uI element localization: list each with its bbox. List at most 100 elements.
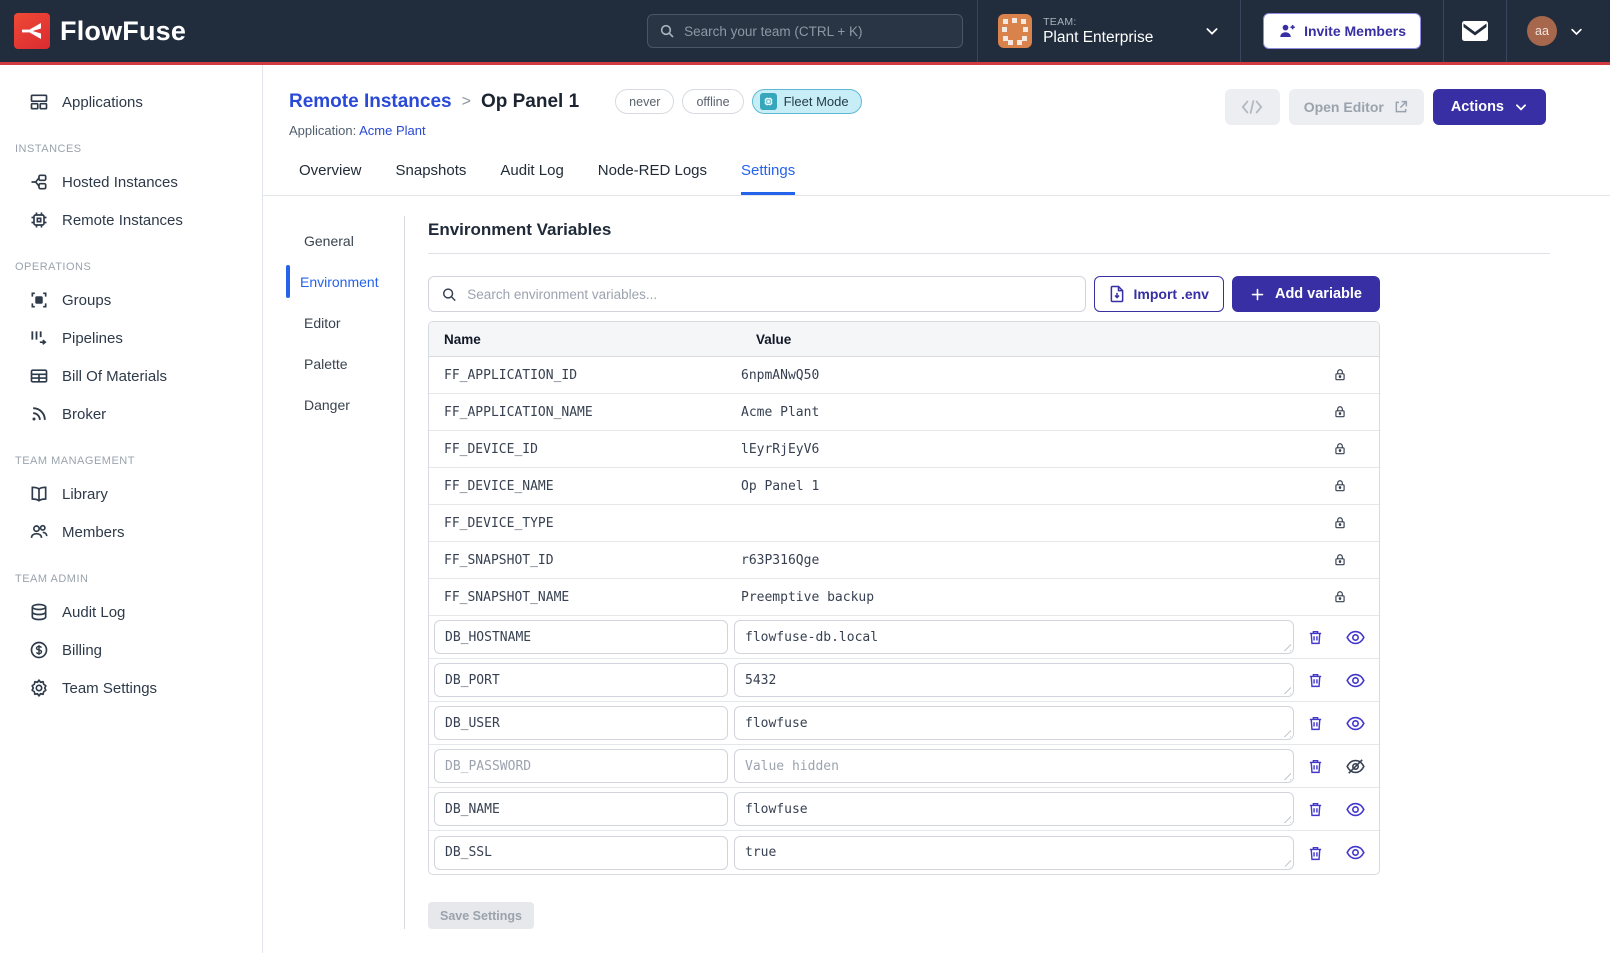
var-name-input[interactable] xyxy=(434,706,728,740)
chevron-down-icon xyxy=(1204,23,1220,39)
env-search[interactable] xyxy=(428,276,1086,312)
env-search-input[interactable] xyxy=(467,287,1072,302)
sidebar-item-applications[interactable]: Applications xyxy=(0,83,262,121)
search-icon xyxy=(659,23,675,39)
sidebar-section-instances: INSTANCES xyxy=(0,121,262,163)
sidebar-item-groups[interactable]: Groups xyxy=(0,281,262,319)
eye-icon xyxy=(1346,845,1365,860)
settings-nav-palette[interactable]: Palette xyxy=(263,343,404,384)
applications-icon xyxy=(29,92,49,112)
settings-nav-general[interactable]: General xyxy=(263,220,404,261)
import-env-button[interactable]: Import .env xyxy=(1094,276,1224,312)
show-value-button[interactable] xyxy=(1346,845,1365,860)
show-value-button[interactable] xyxy=(1346,673,1365,688)
sidebar-item-audit-log[interactable]: Audit Log xyxy=(0,593,262,631)
var-name: FF_SNAPSHOT_ID xyxy=(429,553,741,568)
var-value: Acme Plant xyxy=(741,405,1301,420)
user-menu[interactable]: aa xyxy=(1507,16,1596,46)
delete-variable-button[interactable] xyxy=(1307,844,1324,862)
var-name-input[interactable] xyxy=(434,792,728,826)
var-value-input[interactable] xyxy=(734,706,1294,740)
var-name-input[interactable] xyxy=(434,749,728,783)
var-name-input[interactable] xyxy=(434,620,728,654)
global-search-input[interactable] xyxy=(684,24,951,39)
sidebar-item-label: Applications xyxy=(62,94,143,111)
brand[interactable]: FlowFuse xyxy=(14,13,254,49)
application-link[interactable]: Acme Plant xyxy=(359,123,425,138)
actions-button[interactable]: Actions xyxy=(1433,89,1546,125)
groups-icon xyxy=(29,290,49,310)
var-value-input[interactable] xyxy=(734,749,1294,783)
invite-members-button[interactable]: Invite Members xyxy=(1263,13,1421,49)
rss-icon xyxy=(29,404,49,424)
var-value-input[interactable] xyxy=(734,620,1294,654)
user-plus-icon xyxy=(1278,22,1296,40)
tab-settings[interactable]: Settings xyxy=(741,162,795,195)
import-env-label: Import .env xyxy=(1134,286,1209,302)
sidebar: Applications INSTANCES Hosted Instances … xyxy=(0,65,263,953)
sidebar-item-pipelines[interactable]: Pipelines xyxy=(0,319,262,357)
var-value-input[interactable] xyxy=(734,663,1294,697)
lock-icon xyxy=(1333,367,1347,383)
eye-icon xyxy=(1346,716,1365,731)
open-editor-button[interactable]: Open Editor xyxy=(1289,89,1424,125)
var-value-input[interactable] xyxy=(734,836,1294,870)
sidebar-item-members[interactable]: Members xyxy=(0,513,262,551)
settings-nav-editor[interactable]: Editor xyxy=(263,302,404,343)
eye-icon xyxy=(1346,630,1365,645)
tab-node-red-logs[interactable]: Node-RED Logs xyxy=(598,162,707,195)
settings-nav-danger[interactable]: Danger xyxy=(263,384,404,425)
hide-value-button[interactable] xyxy=(1346,758,1365,775)
breadcrumb-remote-instances[interactable]: Remote Instances xyxy=(289,91,452,113)
show-value-button[interactable] xyxy=(1346,802,1365,817)
var-name-input[interactable] xyxy=(434,663,728,697)
breadcrumb-separator: > xyxy=(462,93,471,111)
var-value: 6npmANwQ50 xyxy=(741,368,1301,383)
add-variable-button[interactable]: Add variable xyxy=(1232,276,1380,312)
save-settings-button[interactable]: Save Settings xyxy=(428,902,534,929)
table-icon xyxy=(29,366,49,386)
lock-icon xyxy=(1333,404,1347,420)
sidebar-item-broker[interactable]: Broker xyxy=(0,395,262,433)
main-content: Remote Instances > Op Panel 1 never offl… xyxy=(263,65,1610,953)
chip-icon xyxy=(760,93,777,110)
sidebar-item-library[interactable]: Library xyxy=(0,475,262,513)
team-selector[interactable]: TEAM: Plant Enterprise xyxy=(978,0,1240,62)
lock-icon xyxy=(1333,441,1347,457)
table-row: FF_SNAPSHOT_NAME Preemptive backup xyxy=(429,579,1379,616)
tab-audit-log[interactable]: Audit Log xyxy=(500,162,563,195)
delete-variable-button[interactable] xyxy=(1307,714,1324,732)
invite-members-label: Invite Members xyxy=(1304,23,1406,39)
sidebar-item-billing[interactable]: Billing xyxy=(0,631,262,669)
tab-snapshots[interactable]: Snapshots xyxy=(396,162,467,195)
trash-icon xyxy=(1307,671,1324,689)
hosted-instances-icon xyxy=(29,172,49,192)
delete-variable-button[interactable] xyxy=(1307,800,1324,818)
notifications-button[interactable] xyxy=(1462,21,1488,41)
delete-variable-button[interactable] xyxy=(1307,671,1324,689)
show-value-button[interactable] xyxy=(1346,716,1365,731)
sidebar-item-label: Broker xyxy=(62,406,106,423)
table-row xyxy=(429,702,1379,745)
application-line: Application: Acme Plant xyxy=(289,123,862,138)
actions-label: Actions xyxy=(1451,99,1504,115)
show-value-button[interactable] xyxy=(1346,630,1365,645)
sidebar-item-team-settings[interactable]: Team Settings xyxy=(0,669,262,707)
dollar-circle-icon xyxy=(29,640,49,660)
var-name: FF_DEVICE_NAME xyxy=(429,479,741,494)
sidebar-item-bill-of-materials[interactable]: Bill Of Materials xyxy=(0,357,262,395)
settings-nav-environment[interactable]: Environment xyxy=(263,261,404,302)
var-name-input[interactable] xyxy=(434,836,728,870)
gear-icon xyxy=(29,678,49,698)
sidebar-item-hosted-instances[interactable]: Hosted Instances xyxy=(0,163,262,201)
delete-variable-button[interactable] xyxy=(1307,757,1324,775)
breadcrumb: Remote Instances > Op Panel 1 never offl… xyxy=(289,89,862,114)
var-value-input[interactable] xyxy=(734,792,1294,826)
sidebar-section-team-admin: TEAM ADMIN xyxy=(0,551,262,593)
sidebar-item-remote-instances[interactable]: Remote Instances xyxy=(0,201,262,239)
tab-overview[interactable]: Overview xyxy=(299,162,362,195)
delete-variable-button[interactable] xyxy=(1307,628,1324,646)
sidebar-item-label: Pipelines xyxy=(62,330,123,347)
developer-mode-button[interactable] xyxy=(1225,89,1280,125)
global-search[interactable] xyxy=(647,14,963,48)
